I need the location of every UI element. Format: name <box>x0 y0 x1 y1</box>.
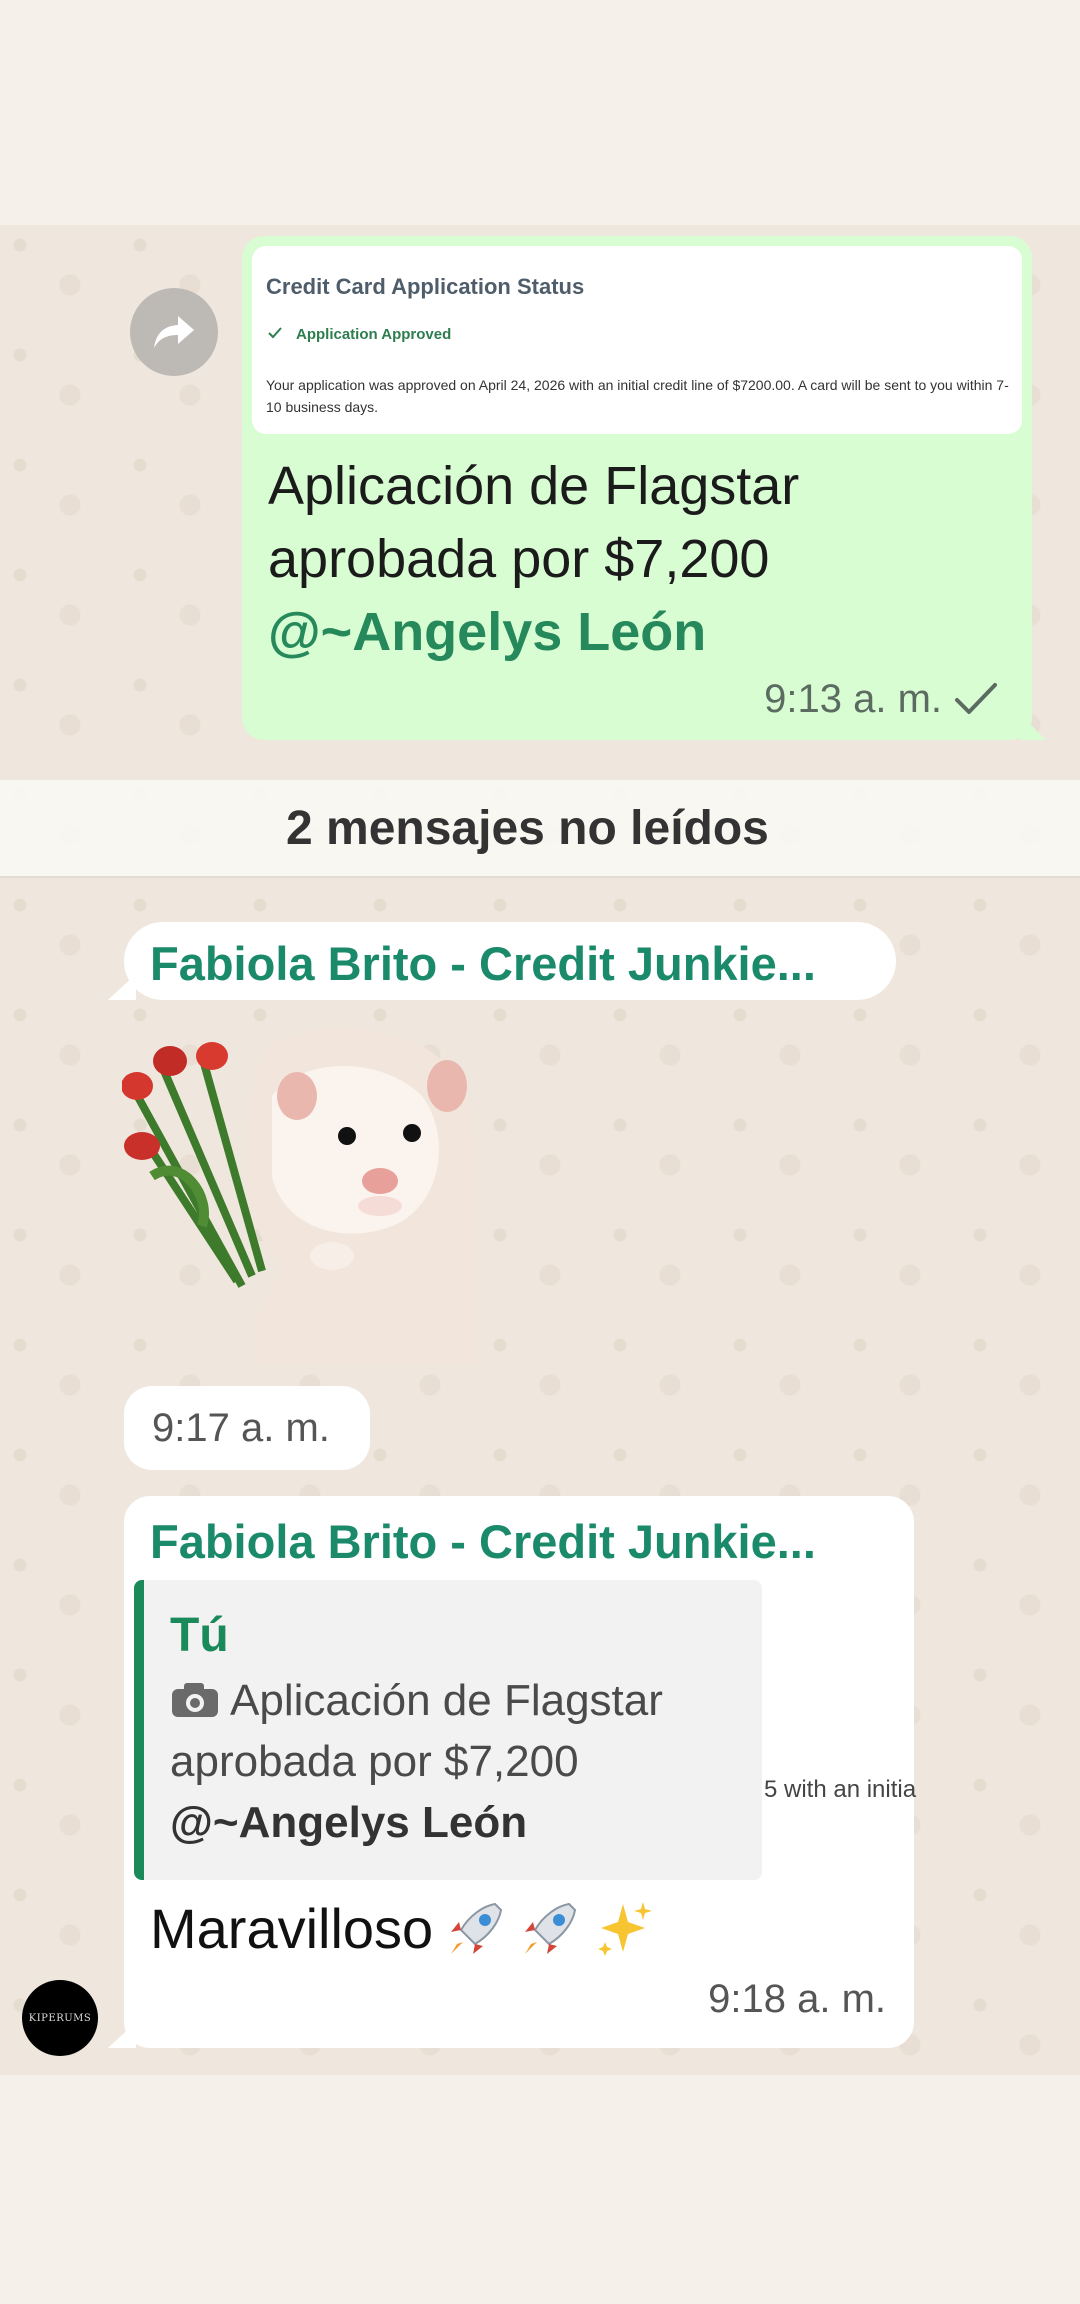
incoming-reply-bubble[interactable]: Fabiola Brito - Credit Junkie... Tú Apli… <box>108 1496 916 2048</box>
message-time: 9:13 a. m. <box>764 677 942 721</box>
message-time: 9:17 a. m. <box>152 1406 330 1450</box>
image-preview-card[interactable]: Credit Card Application Status Applicati… <box>252 246 1022 434</box>
outgoing-message-text: Aplicación de Flagstar aprobada por $7,2… <box>268 450 1008 669</box>
sticker-time-bubble: 9:17 a. m. <box>124 1386 370 1470</box>
quote-text: Aplicación de Flagstar aprobada por $7,2… <box>170 1670 750 1853</box>
rocket-icon <box>525 1902 577 1954</box>
bubble-tail <box>108 974 136 1000</box>
quote-accent-bar <box>134 1580 144 1880</box>
check-icon <box>268 327 282 339</box>
message-line: Aplicación de Flagstar <box>268 456 800 516</box>
reply-message-text: Maravilloso <box>150 1896 655 1961</box>
check-icon <box>955 682 997 714</box>
quote-line: aprobada por $7,200 <box>170 1737 579 1786</box>
unread-divider: 2 mensajes no leídos <box>0 780 1080 878</box>
quoted-message[interactable]: Tú Aplicación de Flagstar aprobada por $… <box>134 1580 762 1880</box>
message-line: aprobada por $7,200 <box>268 529 770 589</box>
card-body: Your application was approved on April 2… <box>266 377 1009 415</box>
sender-name[interactable]: Fabiola Brito - Credit Junkie... <box>150 1514 816 1569</box>
bubble-tail <box>108 2022 136 2048</box>
forward-button[interactable] <box>130 288 218 376</box>
message-meta: 9:13 a. m. <box>764 677 998 722</box>
card-status: Application Approved <box>296 326 452 343</box>
quote-line: Aplicación de Flagstar <box>230 1676 663 1725</box>
bubble-tail <box>1020 714 1046 740</box>
forward-icon <box>154 316 194 348</box>
sparkles-icon <box>598 1901 653 1956</box>
card-title: Credit Card Application Status <box>266 274 585 299</box>
camera-icon <box>172 1683 218 1717</box>
watermark-text: KIPERUMS <box>28 2012 92 2024</box>
outgoing-message-bubble[interactable]: Credit Card Application Status Applicati… <box>242 236 1046 740</box>
mention-link[interactable]: @~Angelys León <box>268 596 1008 669</box>
quote-thumbnail-text: 5 with an initia <box>764 1776 917 1803</box>
hamster-flowers-sticker[interactable] <box>122 1026 482 1366</box>
sender-name[interactable]: Fabiola Brito - Credit Junkie... <box>150 936 816 991</box>
quote-thumbnail: 5 with an initia <box>764 1580 916 1880</box>
unread-divider-text: 2 mensajes no leídos <box>286 801 769 855</box>
reply-text: Maravilloso <box>150 1897 434 1960</box>
quote-mention: @~Angelys León <box>170 1798 528 1847</box>
rocket-icon <box>451 1902 503 1954</box>
message-time: 9:18 a. m. <box>708 1977 886 2021</box>
watermark-logo: KIPERUMS <box>22 1980 98 2056</box>
quote-author: Tú <box>170 1609 229 1662</box>
sender-name-bubble[interactable]: Fabiola Brito - Credit Junkie... <box>108 922 896 1000</box>
